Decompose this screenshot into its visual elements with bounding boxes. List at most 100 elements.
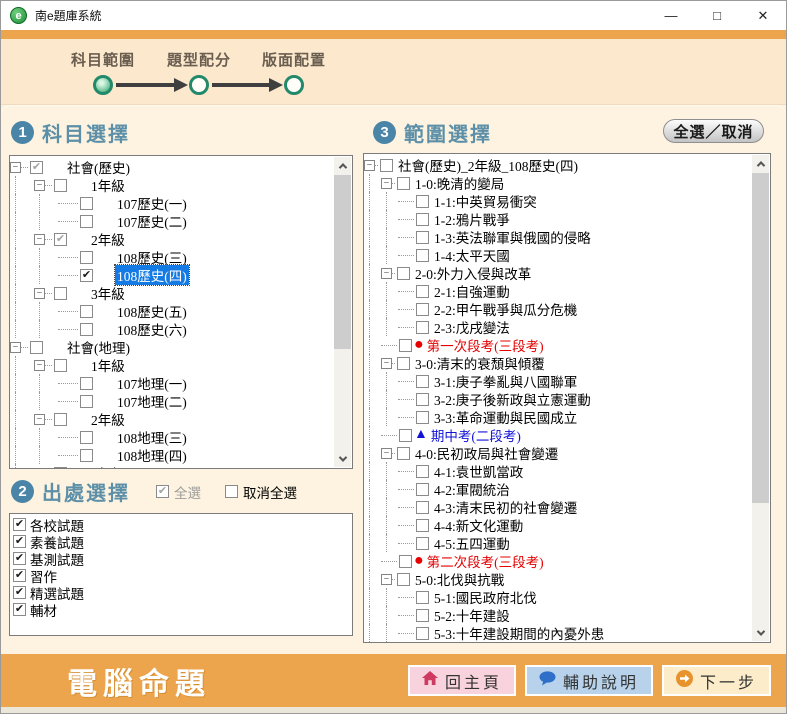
scroll-up-icon[interactable] xyxy=(752,155,769,172)
source-checkbox[interactable]: ✔ xyxy=(13,569,26,582)
tree-item[interactable]: ✔5-3:十年建設期間的內憂外患 xyxy=(364,624,752,642)
tree-item[interactable]: −✔1年級 xyxy=(10,356,334,374)
tree-checkbox[interactable]: ✔ xyxy=(30,341,43,354)
tree-checkbox[interactable]: ✔ xyxy=(399,429,412,442)
collapse-icon[interactable]: − xyxy=(34,360,45,371)
collapse-icon[interactable]: − xyxy=(10,342,21,353)
deselect-all-checkbox-group[interactable]: ✔ 取消全選 xyxy=(225,482,297,502)
tree-checkbox[interactable]: ✔ xyxy=(380,159,393,172)
tree-checkbox[interactable]: ✔ xyxy=(416,195,429,208)
source-checkbox[interactable]: ✔ xyxy=(13,552,26,565)
range-tree-scrollbar[interactable] xyxy=(752,155,769,641)
tree-checkbox[interactable]: ✔ xyxy=(397,447,410,460)
source-list-item[interactable]: ✔素養試題 xyxy=(13,533,352,550)
tree-item[interactable]: ✔4-4:新文化運動 xyxy=(364,516,752,534)
tree-checkbox[interactable]: ✔ xyxy=(397,573,410,586)
tree-checkbox[interactable]: ✔ xyxy=(416,249,429,262)
tree-checkbox[interactable]: ✔ xyxy=(30,161,43,174)
tree-item[interactable]: ✔108歷史(四) xyxy=(10,266,334,284)
tree-item[interactable]: ✔108地理(四) xyxy=(10,446,334,464)
next-step-button[interactable]: 下一步 xyxy=(662,665,771,696)
tree-checkbox[interactable]: ✔ xyxy=(80,323,93,336)
collapse-icon[interactable]: − xyxy=(34,288,45,299)
tree-checkbox[interactable]: ✔ xyxy=(80,251,93,264)
tree-item[interactable]: ✔107地理(二) xyxy=(10,392,334,410)
tree-item[interactable]: ✔1-1:中英貿易衝突 xyxy=(364,192,752,210)
scrollbar-thumb[interactable] xyxy=(752,173,769,503)
tree-item[interactable]: ✔●第一次段考(三段考) xyxy=(364,336,752,354)
step-dot-2[interactable] xyxy=(189,75,209,95)
tree-checkbox[interactable]: ✔ xyxy=(416,465,429,478)
tree-item[interactable]: ✔107歷史(二) xyxy=(10,212,334,230)
tree-item[interactable]: ✔108歷史(三) xyxy=(10,248,334,266)
tree-checkbox[interactable]: ✔ xyxy=(416,303,429,316)
tree-item[interactable]: ✔108歷史(六) xyxy=(10,320,334,338)
collapse-icon[interactable]: − xyxy=(381,358,392,369)
collapse-icon[interactable]: − xyxy=(34,414,45,425)
source-checkbox[interactable]: ✔ xyxy=(13,535,26,548)
tree-checkbox[interactable]: ✔ xyxy=(54,359,67,372)
select-all-checkbox-group[interactable]: ✔ 全選 xyxy=(156,482,201,502)
tree-checkbox[interactable]: ✔ xyxy=(54,413,67,426)
tree-item[interactable]: ✔●第二次段考(三段考) xyxy=(364,552,752,570)
tree-item[interactable]: −✔社會(地理) xyxy=(10,338,334,356)
tree-item[interactable]: ✔4-5:五四運動 xyxy=(364,534,752,552)
tree-item[interactable]: ✔5-1:國民政府北伐 xyxy=(364,588,752,606)
tree-item[interactable]: ✔3-3:革命運動與民國成立 xyxy=(364,408,752,426)
tree-checkbox[interactable]: ✔ xyxy=(416,627,429,640)
tree-item[interactable]: −✔2年級 xyxy=(10,230,334,248)
tree-checkbox[interactable]: ✔ xyxy=(54,233,67,246)
tree-checkbox[interactable]: ✔ xyxy=(80,395,93,408)
tree-checkbox[interactable]: ✔ xyxy=(80,377,93,390)
tree-checkbox[interactable]: ✔ xyxy=(416,609,429,622)
tree-checkbox[interactable]: ✔ xyxy=(80,197,93,210)
source-list-item[interactable]: ✔各校試題 xyxy=(13,516,352,533)
tree-checkbox[interactable]: ✔ xyxy=(399,339,412,352)
collapse-icon[interactable]: − xyxy=(34,468,45,469)
source-list-item[interactable]: ✔精選試題 xyxy=(13,584,352,601)
tree-checkbox[interactable]: ✔ xyxy=(54,467,67,469)
tree-item[interactable]: ✔108歷史(五) xyxy=(10,302,334,320)
tree-checkbox[interactable]: ✔ xyxy=(80,431,93,444)
tree-checkbox[interactable]: ✔ xyxy=(399,555,412,568)
tree-checkbox[interactable]: ✔ xyxy=(397,177,410,190)
tree-item[interactable]: ✔5-2:十年建設 xyxy=(364,606,752,624)
collapse-icon[interactable]: − xyxy=(381,178,392,189)
step-dot-1[interactable] xyxy=(93,75,113,95)
tree-checkbox[interactable]: ✔ xyxy=(397,267,410,280)
select-all-toggle-button[interactable]: 全選／取消 xyxy=(663,119,764,143)
tree-checkbox[interactable]: ✔ xyxy=(416,591,429,604)
home-button[interactable]: 回主頁 xyxy=(408,665,516,696)
tree-checkbox[interactable]: ✔ xyxy=(416,231,429,244)
source-checkbox[interactable]: ✔ xyxy=(13,603,26,616)
tree-item[interactable]: −✔3年級 xyxy=(10,284,334,302)
tree-item[interactable]: −✔1年級 xyxy=(10,176,334,194)
select-all-checkbox[interactable]: ✔ xyxy=(156,485,169,498)
tree-checkbox[interactable]: ✔ xyxy=(416,483,429,496)
collapse-icon[interactable]: − xyxy=(381,268,392,279)
tree-item[interactable]: ✔▲期中考(二段考) xyxy=(364,426,752,444)
tree-checkbox[interactable]: ✔ xyxy=(80,215,93,228)
tree-checkbox[interactable]: ✔ xyxy=(416,321,429,334)
tree-item[interactable]: ✔4-1:袁世凱當政 xyxy=(364,462,752,480)
tree-item[interactable]: ✔3-1:庚子拳亂與八國聯軍 xyxy=(364,372,752,390)
tree-item[interactable]: ✔108地理(三) xyxy=(10,428,334,446)
tree-checkbox[interactable]: ✔ xyxy=(416,501,429,514)
subject-tree-scrollbar[interactable] xyxy=(334,157,351,467)
tree-checkbox[interactable]: ✔ xyxy=(416,375,429,388)
source-list-item[interactable]: ✔輔材 xyxy=(13,601,352,618)
tree-item[interactable]: ✔107歷史(一) xyxy=(10,194,334,212)
tree-item[interactable]: −✔2-0:外力入侵與改革 xyxy=(364,264,752,282)
collapse-icon[interactable]: − xyxy=(10,162,21,173)
tree-item[interactable]: ✔2-1:自強運動 xyxy=(364,282,752,300)
tree-checkbox[interactable]: ✔ xyxy=(54,179,67,192)
tree-checkbox[interactable]: ✔ xyxy=(416,393,429,406)
tree-checkbox[interactable]: ✔ xyxy=(416,411,429,424)
scroll-up-icon[interactable] xyxy=(334,157,351,174)
tree-item[interactable]: −✔3-0:清末的衰頹與傾覆 xyxy=(364,354,752,372)
collapse-icon[interactable]: − xyxy=(364,160,375,171)
tree-item[interactable]: ✔107地理(一) xyxy=(10,374,334,392)
tree-item[interactable]: ✔1-3:英法聯軍與俄國的侵略 xyxy=(364,228,752,246)
help-button[interactable]: 輔助說明 xyxy=(525,665,653,696)
tree-item[interactable]: −✔社會(歷史) xyxy=(10,158,334,176)
